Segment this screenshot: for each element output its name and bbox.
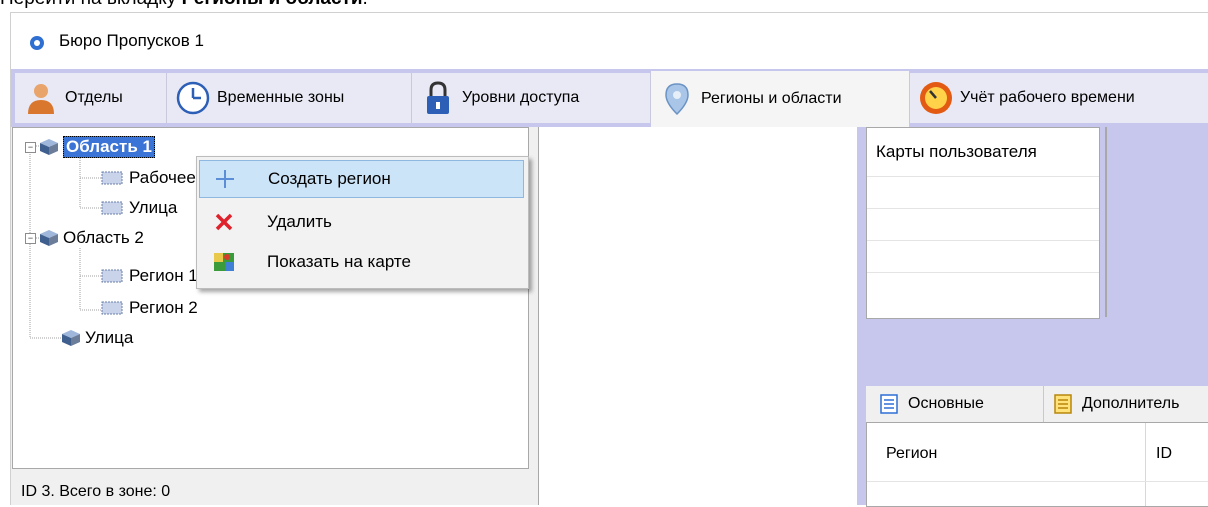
tree-node-label: Улица: [85, 328, 134, 347]
list-row-divider: [867, 208, 1099, 209]
region-icon: [101, 269, 123, 283]
window-title: Бюро Пропусков 1: [59, 31, 204, 50]
doc-text-suffix: .: [363, 0, 368, 9]
menu-item-show-on-map[interactable]: Показать на карте: [199, 243, 524, 281]
tab-regions-areas[interactable]: Регионы и области: [651, 71, 910, 127]
menu-item-label: Удалить: [267, 212, 332, 231]
context-menu: Создать регион Удалить Показать на карте: [196, 156, 529, 289]
doc-text-bold: Регионы и области: [182, 0, 363, 9]
region-icon: [101, 171, 123, 185]
details-tab-strip: Основные Дополнитель: [866, 386, 1208, 422]
column-header-region[interactable]: Регион: [886, 445, 937, 463]
main-tab-strip: Отделы Временные зоны Уровни доступа Рег…: [11, 69, 1208, 127]
tab-label: Уровни доступа: [462, 89, 580, 106]
list-yellow-icon: [1054, 394, 1072, 414]
cube-icon: [62, 330, 80, 346]
map-pin-icon: [665, 83, 689, 116]
cube-icon: [40, 230, 58, 246]
panel-splitter[interactable]: [1105, 127, 1107, 317]
user-maps-list[interactable]: Карты пользователя: [866, 127, 1100, 319]
column-header-id[interactable]: ID: [1156, 445, 1172, 463]
doc-text-prefix: Перейти на вкладку: [0, 0, 182, 9]
tab-label: Учёт рабочего времени: [960, 89, 1135, 106]
regions-grid[interactable]: Регион ID: [866, 422, 1208, 507]
tree-node-area[interactable]: − Область 1: [25, 136, 155, 158]
cube-icon: [40, 139, 58, 155]
tree-node-region[interactable]: Регион 1: [101, 266, 198, 286]
tree-node-region[interactable]: Улица: [101, 198, 177, 218]
tab-time-tracking[interactable]: Учёт рабочего времени: [910, 73, 1208, 123]
tree-node-label: Область 1: [63, 136, 155, 158]
tab-label: Отделы: [65, 89, 123, 106]
tab-time-zones[interactable]: Временные зоны: [167, 73, 412, 123]
tree-node-label: Улица: [129, 198, 178, 217]
tab-label: Регионы и области: [701, 90, 842, 107]
region-icon: [101, 201, 123, 215]
tab-label: Временные зоны: [217, 89, 345, 106]
menu-item-create-region[interactable]: Создать регион: [199, 160, 524, 198]
app-logo-icon: [30, 36, 44, 50]
collapse-toggle-icon[interactable]: −: [25, 232, 36, 244]
menu-item-label: Показать на карте: [267, 252, 411, 271]
status-text: ID 3. Всего в зоне: 0: [21, 483, 171, 500]
stopwatch-icon: [920, 82, 952, 114]
column-divider: [1145, 423, 1146, 506]
tab-label: Основные: [908, 395, 984, 412]
plus-icon: [212, 166, 238, 192]
tab-departments[interactable]: Отделы: [15, 73, 167, 123]
delete-x-icon: [211, 209, 237, 235]
tab-additional[interactable]: Дополнитель: [1043, 386, 1179, 422]
tree-node-area[interactable]: − Область 2: [25, 228, 144, 248]
list-row-divider: [867, 272, 1099, 273]
clock-icon: [176, 81, 210, 115]
tree-node-region[interactable]: Регион 2: [101, 298, 198, 318]
list-row-divider: [867, 176, 1099, 177]
tree-node-label: Регион 1: [129, 266, 198, 285]
doc-instruction-line: Перейти на вкладку Регионы и области.: [0, 0, 368, 10]
person-icon: [28, 84, 54, 114]
menu-item-delete[interactable]: Удалить: [199, 203, 524, 241]
tree-node-area[interactable]: Улица: [61, 328, 133, 348]
menu-item-label: Создать регион: [268, 169, 391, 188]
user-maps-header: Карты пользователя: [876, 142, 1037, 161]
middle-panel: [538, 127, 858, 505]
tree-node-label: Регион 2: [129, 298, 198, 317]
title-bar: Бюро Пропусков 1: [11, 13, 1208, 69]
app-window: Бюро Пропусков 1 Отделы Временные зоны У…: [10, 12, 1208, 507]
map-icon: [211, 249, 237, 275]
list-row-divider: [867, 240, 1099, 241]
status-bar: ID 3. Всего в зоне: 0: [12, 471, 529, 505]
collapse-toggle-icon[interactable]: −: [25, 141, 36, 153]
padlock-icon: [427, 81, 449, 114]
tab-access-levels[interactable]: Уровни доступа: [412, 73, 651, 123]
list-icon: [880, 394, 898, 414]
tree-node-label: Область 2: [63, 228, 144, 247]
tab-label: Дополнитель: [1082, 395, 1180, 412]
region-icon: [101, 301, 123, 315]
row-divider: [867, 481, 1208, 482]
tab-main[interactable]: Основные: [880, 386, 984, 422]
